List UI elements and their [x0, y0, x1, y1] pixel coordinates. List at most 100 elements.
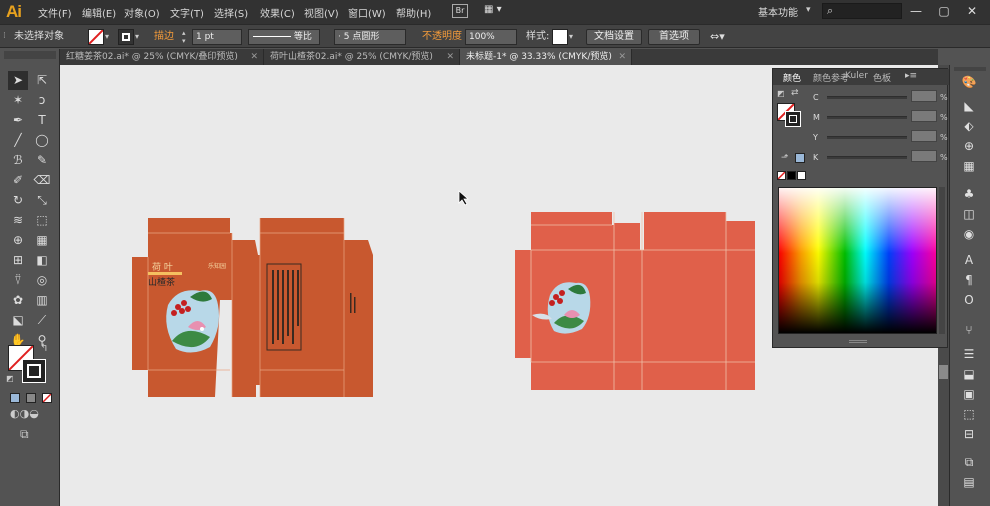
slice-tool-icon[interactable]: ⟋ — [32, 311, 52, 330]
slider-c[interactable] — [827, 96, 907, 99]
stroke-weight-field[interactable]: 1 pt — [192, 29, 242, 45]
color-guide-icon[interactable]: ◣ — [959, 97, 979, 116]
default-colors-icon[interactable]: ◩ — [777, 89, 785, 98]
value-field-c[interactable] — [911, 90, 937, 102]
fill-swatch[interactable] — [88, 29, 104, 45]
kuler-icon[interactable]: ⬖ — [959, 117, 979, 136]
width-tool-icon[interactable]: ≋ — [8, 211, 28, 230]
stroke-swatch[interactable] — [118, 29, 134, 45]
chevron-down-icon[interactable]: ▾ — [105, 32, 109, 41]
slider-m[interactable] — [827, 116, 907, 119]
eyedropper-tool-icon[interactable]: ⍢ — [8, 271, 28, 290]
panel-menu-icon[interactable]: ▸≡ — [905, 71, 917, 81]
screen-mode-icon[interactable]: ⧉ — [20, 427, 29, 442]
selection-tool-icon[interactable]: ➤ — [8, 71, 28, 90]
scroll-thumb[interactable] — [939, 365, 948, 379]
workspace-switcher[interactable]: 基本功能 — [758, 4, 798, 19]
info-icon[interactable]: ▤ — [959, 473, 979, 492]
shape-builder-tool-icon[interactable]: ⊕ — [8, 231, 28, 250]
rotate-tool-icon[interactable]: ↻ — [8, 191, 28, 210]
panel-scrollbar[interactable] — [939, 187, 945, 334]
menu-edit[interactable]: 编辑(E) — [82, 5, 116, 20]
character-icon[interactable]: A — [959, 251, 979, 270]
mesh-tool-icon[interactable]: ⊞ — [8, 251, 28, 270]
chevron-down-icon[interactable]: ▾ — [806, 5, 811, 15]
direct-selection-tool-icon[interactable]: ⇱ — [32, 71, 52, 90]
align-icon[interactable]: ⊟ — [959, 425, 979, 444]
close-tab-icon[interactable]: ✕ — [618, 49, 626, 65]
value-field-y[interactable] — [911, 130, 937, 142]
artboards-icon[interactable]: ⬓ — [959, 365, 979, 384]
pathfinder-icon[interactable]: ▣ — [959, 385, 979, 404]
tab-color-guide[interactable]: 颜色参考 — [813, 71, 849, 84]
tab-document-1[interactable]: 红糖姜茶02.ai* @ 25% (CMYK/叠印预览) ✕ — [60, 49, 264, 65]
links-icon[interactable]: ⑂ — [959, 321, 979, 340]
tab-swatches[interactable]: 色板 — [873, 71, 891, 84]
draw-mode-icon[interactable]: ◐◑◒ — [10, 407, 39, 420]
tab-kuler[interactable]: Kuler — [845, 71, 868, 81]
paintbrush-tool-icon[interactable]: ℬ — [8, 151, 28, 170]
variable-width-profile[interactable]: 等比 — [248, 29, 320, 45]
resize-handle[interactable] — [849, 340, 867, 343]
stepper-icon[interactable]: ▴ ▾ — [182, 29, 186, 45]
transform-icon[interactable]: ⬚ — [959, 405, 979, 424]
symbols-icon[interactable]: ♣ — [959, 185, 979, 204]
pen-tool-icon[interactable]: ✒ — [8, 111, 28, 130]
close-tab-icon[interactable]: ✕ — [446, 49, 454, 65]
value-field-k[interactable] — [911, 150, 937, 162]
navigator-icon[interactable]: ⧉ — [959, 453, 979, 472]
tab-document-3[interactable]: 未标题-1* @ 33.33% (CMYK/预览) ✕ — [460, 49, 632, 65]
slider-y[interactable] — [827, 136, 907, 139]
grid-swatch-icon[interactable]: ▦ — [959, 157, 979, 176]
menu-view[interactable]: 视图(V) — [304, 5, 339, 20]
chevron-down-icon[interactable]: ▾ — [135, 32, 139, 41]
align-options-icon[interactable]: ⇔▾ — [710, 30, 725, 43]
menu-type[interactable]: 文字(T) — [170, 5, 204, 20]
magic-wand-tool-icon[interactable]: ✶ — [8, 91, 28, 110]
gradient-mode-icon[interactable] — [26, 393, 36, 403]
paragraph-icon[interactable]: ¶ — [959, 271, 979, 290]
graph-tool-icon[interactable]: ▥ — [32, 291, 52, 310]
artboard-tool-icon[interactable]: ⬕ — [8, 311, 28, 330]
close-tab-icon[interactable]: ✕ — [250, 49, 258, 65]
black-swatch[interactable] — [787, 171, 796, 180]
opentype-icon[interactable]: O — [959, 291, 979, 310]
arrange-documents-icon[interactable]: ▦ ▾ — [484, 4, 508, 18]
blob-brush-tool-icon[interactable]: ✐ — [8, 171, 28, 190]
stroke-color-box[interactable] — [22, 359, 46, 383]
brush-definition[interactable]: · 5 点圆形 — [334, 29, 406, 45]
preferences-button[interactable]: 首选项 — [648, 29, 700, 45]
swatches-icon[interactable]: ⊕ — [959, 137, 979, 156]
appearance-icon[interactable]: ◉ — [959, 225, 979, 244]
search-input[interactable]: ⌕ — [822, 3, 902, 19]
color-mode-icon[interactable] — [10, 393, 20, 403]
pencil-tool-icon[interactable]: ✎ — [32, 151, 52, 170]
none-mode-icon[interactable] — [42, 393, 52, 403]
stroke-label[interactable]: 描边 — [154, 29, 174, 45]
scale-tool-icon[interactable]: ⤡ — [32, 191, 52, 210]
white-swatch[interactable] — [797, 171, 806, 180]
last-color-swatch[interactable] — [795, 153, 805, 163]
menu-help[interactable]: 帮助(H) — [396, 5, 431, 20]
tab-document-2[interactable]: 荷叶山楂茶02.ai* @ 25% (CMYK/预览) ✕ — [264, 49, 460, 65]
eraser-tool-icon[interactable]: ⌫ — [32, 171, 52, 190]
chevron-down-icon[interactable]: ▾ — [569, 32, 573, 41]
perspective-grid-tool-icon[interactable]: ▦ — [32, 231, 52, 250]
slider-k[interactable] — [827, 156, 907, 159]
color-panel-icon[interactable]: 🎨 — [959, 73, 979, 92]
gradient-tool-icon[interactable]: ◧ — [32, 251, 52, 270]
minimize-icon[interactable]: — — [904, 2, 928, 20]
none-swatch[interactable] — [777, 171, 786, 180]
menu-window[interactable]: 窗口(W) — [348, 5, 386, 20]
free-transform-tool-icon[interactable]: ⬚ — [32, 211, 52, 230]
default-colors-icon[interactable]: ◩ — [6, 374, 14, 383]
bridge-button[interactable]: Br — [452, 4, 468, 18]
swap-colors-icon[interactable]: ⇄ — [791, 88, 799, 98]
opacity-field[interactable]: 100% — [465, 29, 517, 45]
graphic-styles-icon[interactable]: ◫ — [959, 205, 979, 224]
graphic-style-swatch[interactable] — [552, 29, 568, 45]
layers-icon[interactable]: ☰ — [959, 345, 979, 364]
menu-select[interactable]: 选择(S) — [214, 5, 248, 20]
opacity-label[interactable]: 不透明度 — [422, 29, 462, 45]
out-of-gamut-icon[interactable]: ⬏ — [781, 153, 789, 163]
